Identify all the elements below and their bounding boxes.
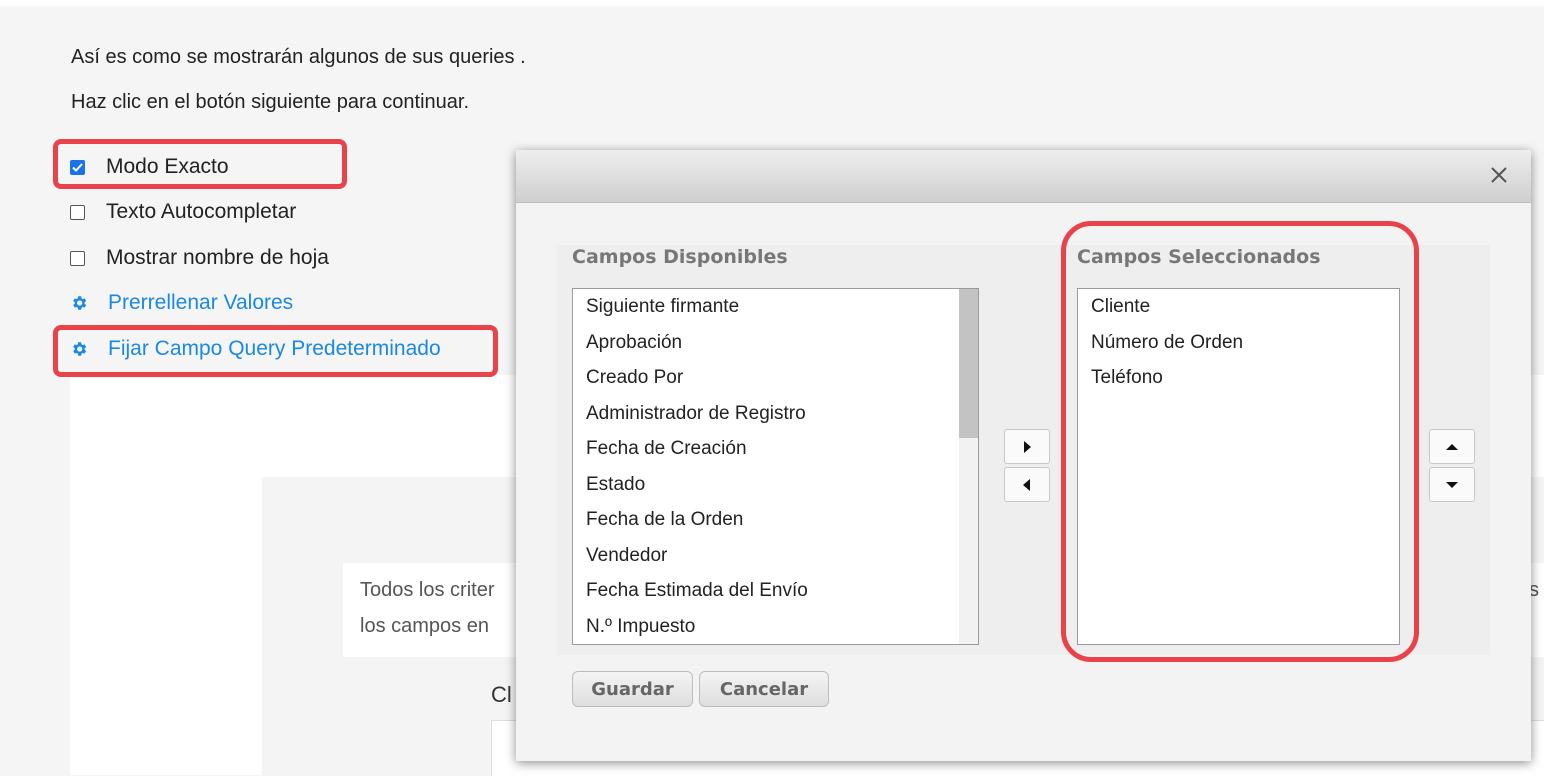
caret-down-icon	[1446, 481, 1458, 488]
list-item[interactable]: Creado Por	[573, 360, 978, 396]
available-fields-title: Campos Disponibles	[572, 246, 788, 268]
dialog-header	[516, 150, 1531, 203]
close-icon[interactable]	[1487, 163, 1511, 187]
prefill-values-label: Prerrellenar Valores	[108, 291, 294, 314]
remove-field-button[interactable]	[1004, 467, 1050, 502]
list-item[interactable]: Estado	[573, 467, 978, 503]
highlight-selected-fields	[1061, 221, 1419, 662]
autocomplete-option[interactable]: Texto Autocompletar	[70, 197, 296, 227]
prefill-values-link[interactable]: Prerrellenar Valores	[70, 288, 293, 318]
list-item[interactable]: Fecha de Creación	[573, 431, 978, 467]
intro-line-1: Así es como se mostrarán algunos de sus …	[71, 46, 526, 68]
caret-right-icon	[1024, 440, 1031, 453]
available-fields-list[interactable]: Siguiente firmante Aprobación Creado Por Ad…	[572, 288, 979, 645]
list-item[interactable]: Fecha de la Orden	[573, 502, 978, 538]
intro-line-2: Haz clic en el botón siguiente para cont…	[71, 91, 470, 113]
highlight-exact-mode	[53, 139, 347, 189]
autocomplete-label: Texto Autocompletar	[106, 200, 297, 223]
scrollbar-thumb[interactable]	[959, 289, 978, 438]
move-up-button[interactable]	[1429, 429, 1475, 464]
save-button[interactable]: Guardar	[572, 671, 693, 707]
autocomplete-checkbox[interactable]	[70, 204, 85, 220]
caret-left-icon	[1023, 478, 1030, 491]
list-item[interactable]: Vendedor	[573, 538, 978, 574]
top-strip	[0, 0, 1544, 6]
available-fields-scrollbar[interactable]	[959, 289, 978, 644]
list-item[interactable]: Siguiente firmante	[573, 289, 978, 325]
show-sheet-name-option[interactable]: Mostrar nombre de hoja	[70, 243, 329, 273]
section-label: Cl	[491, 682, 512, 707]
caret-up-icon	[1446, 443, 1458, 450]
criteria-text-line-1: Todos los criter	[360, 579, 495, 601]
show-sheet-name-label: Mostrar nombre de hoja	[106, 246, 329, 269]
cancel-button[interactable]: Cancelar	[699, 671, 829, 707]
list-item[interactable]: Administrador de Registro	[573, 396, 978, 432]
list-item[interactable]: Fecha Estimada del Envío	[573, 573, 978, 609]
list-item[interactable]: Aprobación	[573, 325, 978, 361]
highlight-default-query-field	[53, 325, 498, 377]
add-field-button[interactable]	[1004, 429, 1050, 464]
criteria-text-line-2: los campos en	[360, 615, 489, 637]
gear-icon	[73, 296, 87, 310]
move-down-button[interactable]	[1429, 467, 1475, 502]
list-item[interactable]: N.º Impuesto	[573, 609, 978, 645]
show-sheet-name-checkbox[interactable]	[70, 250, 85, 266]
